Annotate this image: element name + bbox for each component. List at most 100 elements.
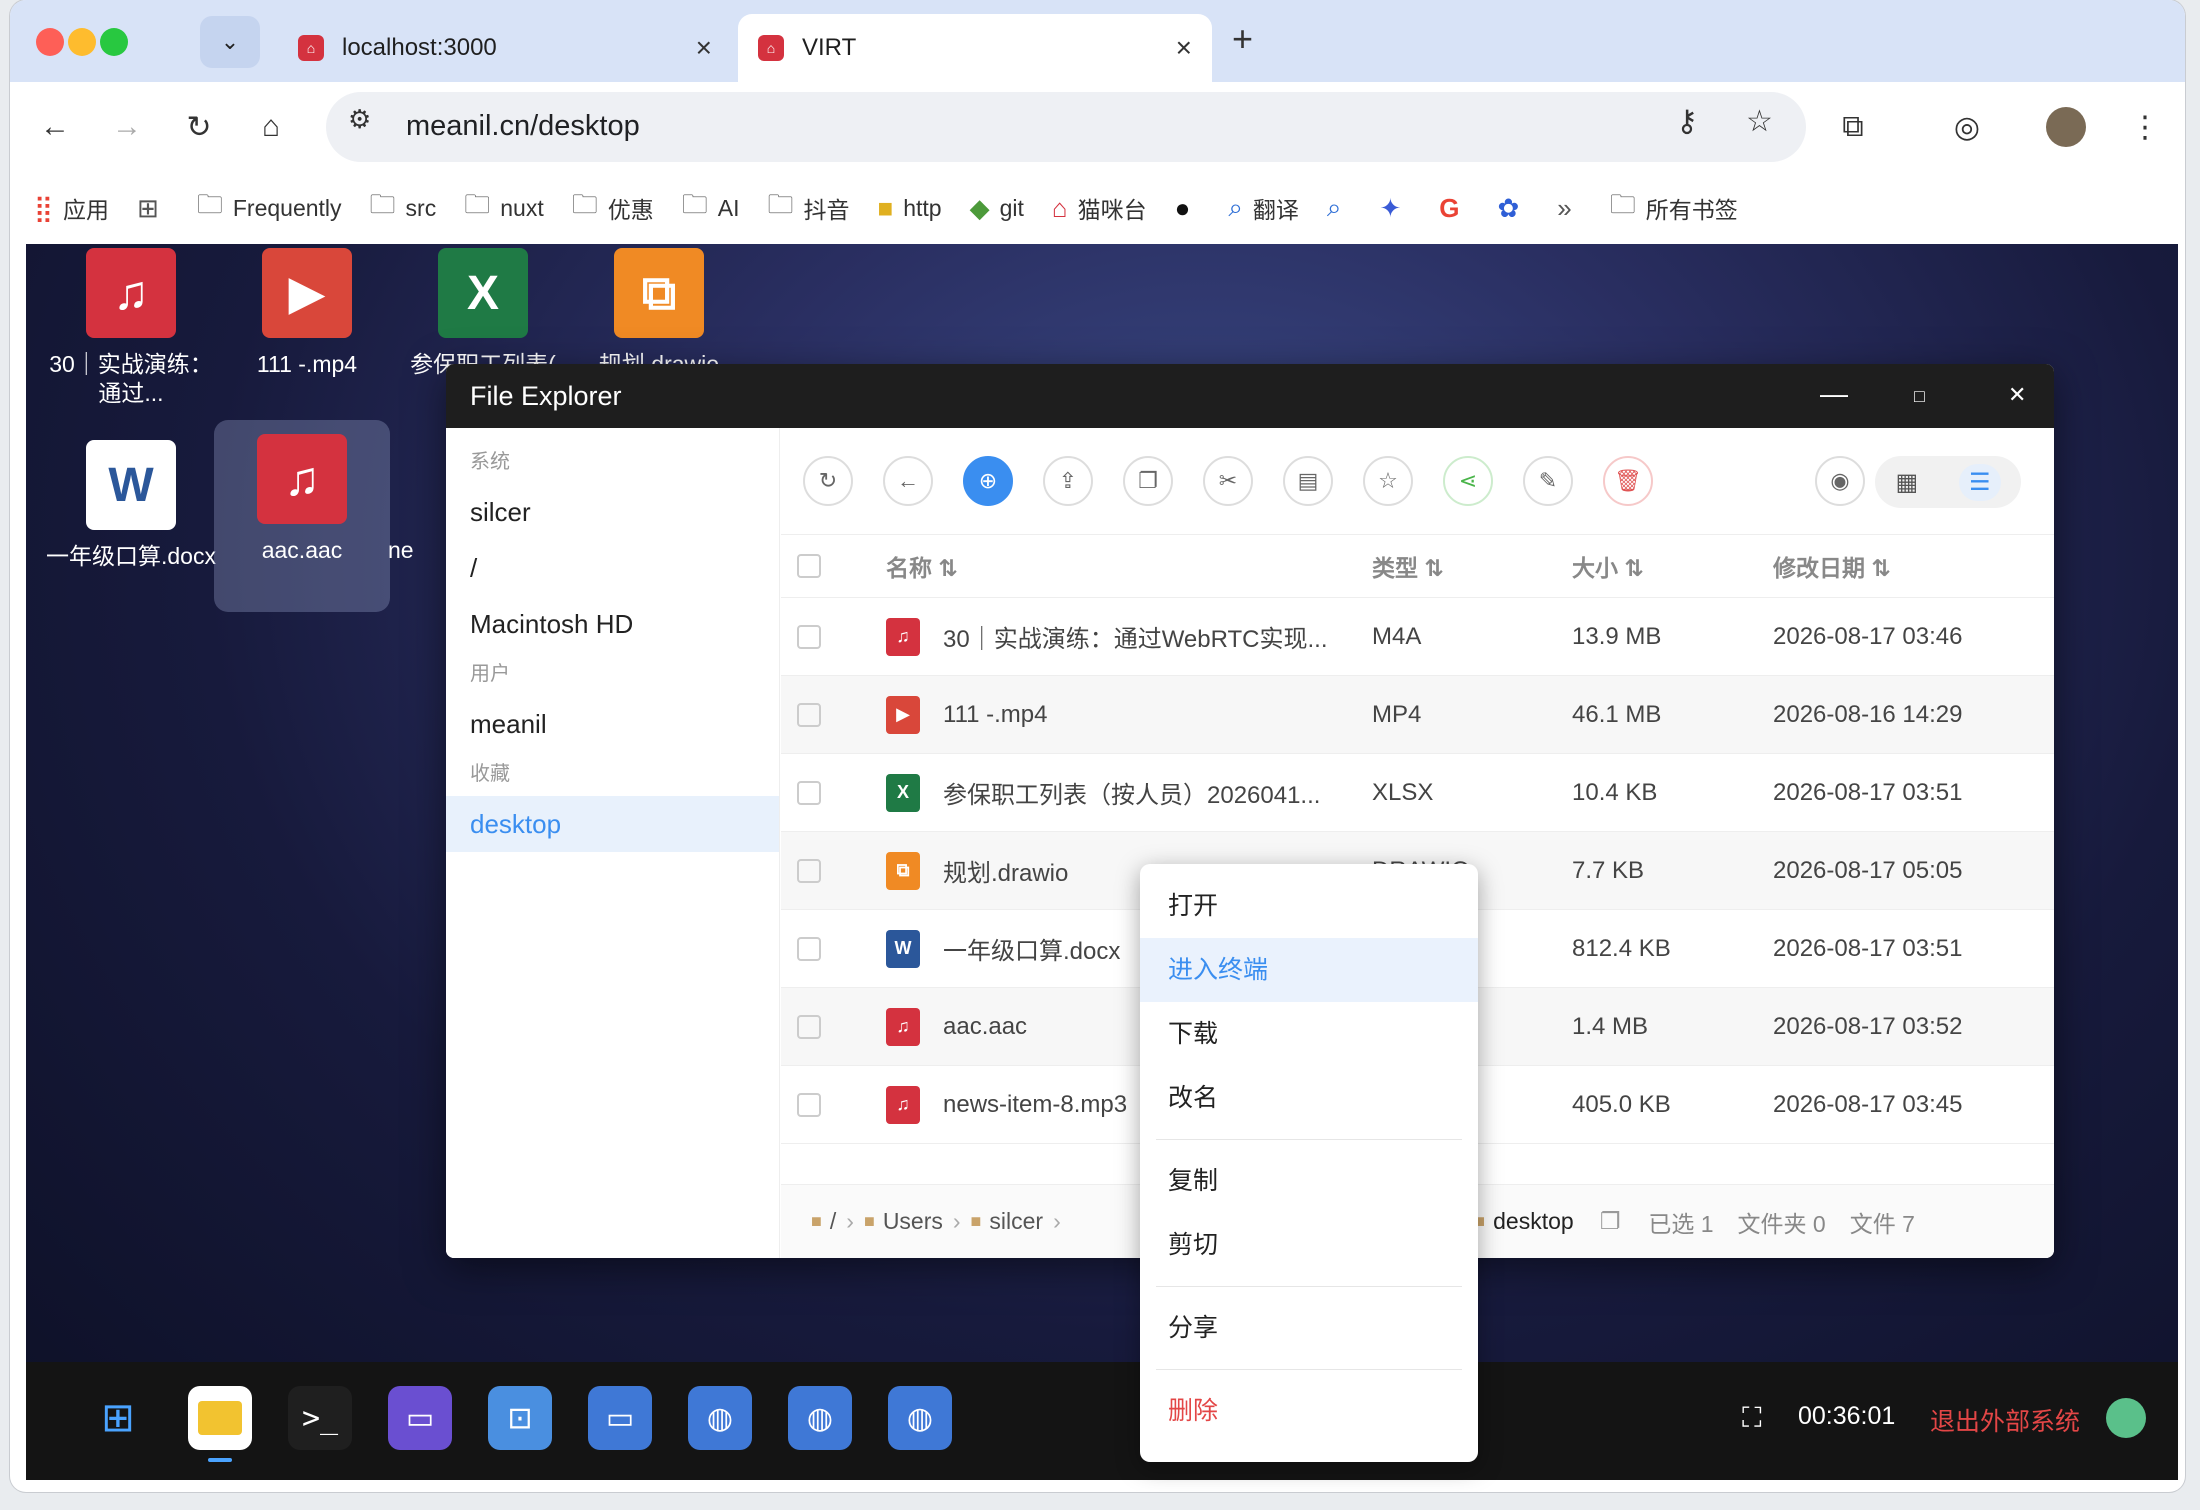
select-all-checkbox[interactable]	[797, 554, 821, 578]
status-indicator[interactable]	[2106, 1398, 2146, 1438]
column-type[interactable]: 类型 ⇅	[1372, 549, 1444, 583]
globe-icon[interactable]: ◍	[888, 1386, 952, 1450]
upload-button[interactable]: ⇪	[1043, 456, 1093, 506]
fullscreen-icon[interactable]: ⛶	[1742, 1402, 1762, 1435]
share-button[interactable]: ⋖	[1443, 456, 1493, 506]
terminal-app-icon[interactable]: >_	[288, 1386, 352, 1450]
bookmark-douyin[interactable]: 🗀 抖音	[767, 186, 849, 230]
window-app-icon[interactable]: ▭	[388, 1386, 452, 1450]
bookmark-bird[interactable]: ✦	[1379, 193, 1411, 224]
minimize-window-button[interactable]	[68, 28, 96, 56]
bookmark-apps[interactable]: ⣿ 应用	[34, 191, 109, 225]
desktop-icon-excel[interactable]: X参保职工列表(	[398, 248, 568, 379]
globe-icon[interactable]: ◍	[788, 1386, 852, 1450]
row-checkbox[interactable]	[797, 858, 821, 883]
breadcrumb-silcer[interactable]: silcer	[989, 1208, 1043, 1235]
bookmark-ai[interactable]: 🗀 AI	[682, 186, 740, 230]
delete-button[interactable]: 🗑	[1603, 456, 1653, 506]
address-bar[interactable]: ⚙ meanil.cn/desktop ⚷ ☆	[326, 92, 1806, 162]
sidebar-item-root[interactable]: /	[446, 540, 779, 596]
back-button[interactable]: ←	[883, 456, 933, 506]
bookmark-google[interactable]: G	[1439, 193, 1469, 224]
bookmark-grid[interactable]: ⊞	[137, 193, 169, 224]
row-checkbox[interactable]	[797, 780, 821, 805]
breadcrumb-users[interactable]: Users	[883, 1208, 943, 1235]
menu-item-terminal[interactable]: 进入终端	[1140, 938, 1478, 1002]
preview-button[interactable]: ◉	[1815, 456, 1865, 506]
menu-item-delete[interactable]: 删除	[1140, 1379, 1478, 1443]
breadcrumb-root[interactable]: /	[830, 1208, 836, 1235]
close-window-button[interactable]	[36, 28, 64, 56]
row-checkbox[interactable]	[797, 624, 821, 649]
table-row[interactable]: X 参保职工列表（按人员）2026041... XLSX 10.4 KB 2026-08…	[781, 754, 2054, 832]
url-text[interactable]: meanil.cn/desktop	[406, 110, 640, 143]
column-size[interactable]: 大小 ⇅	[1572, 549, 1644, 583]
bookmark-src[interactable]: 🗀 src	[370, 186, 437, 230]
menu-item-open[interactable]: 打开	[1140, 874, 1478, 938]
cut-button[interactable]: ✂	[1203, 456, 1253, 506]
menu-item-cut[interactable]: 剪切	[1140, 1213, 1478, 1277]
bookmark-all[interactable]: 🗀 所有书签	[1610, 186, 1738, 230]
file-explorer-app-icon[interactable]	[188, 1386, 252, 1450]
rename-button[interactable]: ✎	[1523, 456, 1573, 506]
menu-item-share[interactable]: 分享	[1140, 1296, 1478, 1360]
breadcrumb-desktop[interactable]: desktop	[1493, 1208, 1574, 1235]
bookmark-github[interactable]: ●	[1175, 193, 1201, 224]
tab-search-button[interactable]: ⌄	[200, 16, 260, 68]
refresh-button[interactable]: ↻	[803, 456, 853, 506]
list-view-icon[interactable]: ☰	[1959, 463, 2001, 501]
sidebar-item-silcer[interactable]: silcer	[446, 484, 779, 540]
close-tab-icon[interactable]: ×	[1176, 32, 1192, 64]
key-icon[interactable]: ⚷	[1676, 104, 1698, 139]
zoom-window-button[interactable]	[100, 28, 128, 56]
favorite-button[interactable]: ☆	[1363, 456, 1413, 506]
menu-item-rename[interactable]: 改名	[1140, 1066, 1478, 1130]
table-row[interactable]: ♫ 30｜实战演练：通过WebRTC实现... M4A 13.9 MB 2026-08-…	[781, 598, 2054, 676]
site-settings-icon[interactable]: ⚙	[348, 104, 371, 135]
home-icon[interactable]: ⌂	[246, 102, 296, 152]
reload-icon[interactable]: ↻	[174, 102, 224, 152]
avatar[interactable]	[2046, 107, 2086, 147]
incognito-icon[interactable]: ◎	[1942, 102, 1992, 152]
exit-system-button[interactable]: 退出外部系统	[1930, 1402, 2080, 1438]
bookmark-http[interactable]: ■ http	[878, 193, 942, 224]
extensions-icon[interactable]: ⧉	[1828, 102, 1878, 152]
bookmark-maomitai[interactable]: ⌂ 猫咪台	[1052, 191, 1147, 225]
column-name[interactable]: 名称 ⇅	[886, 549, 958, 583]
bookmark-search[interactable]: ⌕	[1327, 192, 1352, 224]
bookmark-git[interactable]: ◆ git	[970, 193, 1024, 224]
bookmark-frequently[interactable]: 🗀 Frequently	[197, 186, 342, 230]
row-checkbox[interactable]	[797, 1014, 821, 1039]
menu-dots-icon[interactable]: ⋮	[2120, 102, 2170, 152]
back-icon[interactable]: ←	[30, 102, 80, 152]
new-folder-button[interactable]: ⊕	[963, 456, 1013, 506]
menu-item-download[interactable]: 下载	[1140, 1002, 1478, 1066]
row-checkbox[interactable]	[797, 1092, 821, 1117]
minimize-icon[interactable]: —	[1820, 378, 1848, 410]
desktop-icon-video[interactable]: ▶ 111 -.mp4	[222, 248, 392, 379]
column-date[interactable]: 修改日期 ⇅	[1773, 549, 1891, 583]
copy-path-icon[interactable]: ❐	[1600, 1208, 1621, 1235]
table-row[interactable]: ▶ 111 -.mp4 MP4 46.1 MB 2026-08-16 14:29	[781, 676, 2054, 754]
desktop-icon-word[interactable]: W 一年级口算.docx	[46, 440, 216, 571]
row-checkbox[interactable]	[797, 936, 821, 961]
bookmarks-overflow[interactable]: »	[1557, 193, 1581, 224]
close-tab-icon[interactable]: ×	[696, 32, 712, 64]
desktop-icon-audio[interactable]: ♫ 30｜实战演练：通过...	[46, 248, 216, 408]
tab-localhost[interactable]: ⌂ localhost:3000 ×	[278, 14, 732, 82]
sidebar-item-macintosh-hd[interactable]: Macintosh HD	[446, 596, 779, 652]
paste-button[interactable]: ▤	[1283, 456, 1333, 506]
close-icon[interactable]: ✕	[2008, 382, 2026, 408]
desktop-icon-news[interactable]: ne	[388, 536, 448, 565]
bookmark-youhui[interactable]: 🗀 优惠	[572, 186, 654, 230]
desktop-icon-drawio[interactable]: ⧉规划.drawio	[574, 248, 744, 379]
desktop-icon-aac[interactable]: ♫ aac.aac	[214, 420, 390, 612]
bookmark-star-icon[interactable]: ☆	[1746, 104, 1773, 139]
maximize-icon[interactable]: □	[1914, 386, 1925, 407]
browser-window-app-icon[interactable]: ⊡	[488, 1386, 552, 1450]
grid-view-icon[interactable]: ▦	[1895, 468, 1918, 497]
new-tab-button[interactable]: +	[1232, 18, 1253, 60]
start-menu-icon[interactable]: ⊞	[86, 1386, 150, 1450]
globe-icon[interactable]: ◍	[688, 1386, 752, 1450]
copy-button[interactable]: ❐	[1123, 456, 1173, 506]
